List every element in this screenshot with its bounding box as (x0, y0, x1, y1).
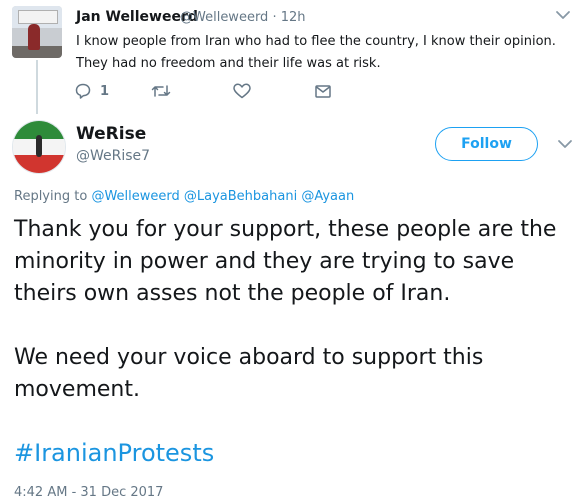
reply-count: 1 (100, 83, 110, 99)
tweet-paragraph: We need your voice aboard to support thi… (14, 345, 484, 402)
reply-button[interactable]: 1 (74, 80, 109, 102)
tweet-paragraph: Thank you for your support, these people… (14, 217, 557, 306)
hashtag-link[interactable]: #IranianProtests (14, 439, 214, 467)
like-button[interactable] (232, 80, 252, 102)
follow-button[interactable]: Follow (435, 127, 538, 161)
mention-link[interactable]: @LayaBehbahani (184, 189, 297, 204)
parent-tweet-text: I know people from Iran who had to flee … (76, 34, 556, 71)
mention-link[interactable]: @Welleweerd (91, 189, 179, 204)
parent-author-meta[interactable]: @Welleweerd · 12h (180, 10, 306, 25)
retweet-button[interactable] (150, 80, 172, 102)
avatar-sign (18, 10, 58, 24)
tweet-body: Thank you for your support, these people… (14, 214, 582, 406)
chevron-down-icon[interactable] (556, 137, 574, 151)
avatar-person (28, 24, 40, 50)
direct-message-icon (315, 85, 331, 98)
avatar-flag-red (13, 155, 65, 173)
main-author-avatar[interactable] (12, 120, 66, 174)
retweet-icon (151, 85, 171, 97)
direct-message-button[interactable] (314, 80, 332, 102)
avatar-figure (36, 135, 42, 157)
like-icon (233, 83, 251, 99)
mention-link[interactable]: @Ayaan (301, 189, 354, 204)
parent-author-avatar[interactable] (12, 6, 62, 58)
main-author-handle[interactable]: @WeRise7 (76, 148, 150, 164)
reply-icon (75, 83, 91, 99)
replying-to-label: Replying to (14, 189, 88, 204)
replying-to-line: Replying to @Welleweerd @LayaBehbahani @… (14, 189, 354, 204)
thread-connector-line (36, 60, 38, 114)
tweet-timestamp[interactable]: 4:42 AM - 31 Dec 2017 (14, 485, 163, 500)
main-author-name[interactable]: WeRise (76, 124, 146, 144)
chevron-down-icon[interactable] (554, 8, 572, 22)
